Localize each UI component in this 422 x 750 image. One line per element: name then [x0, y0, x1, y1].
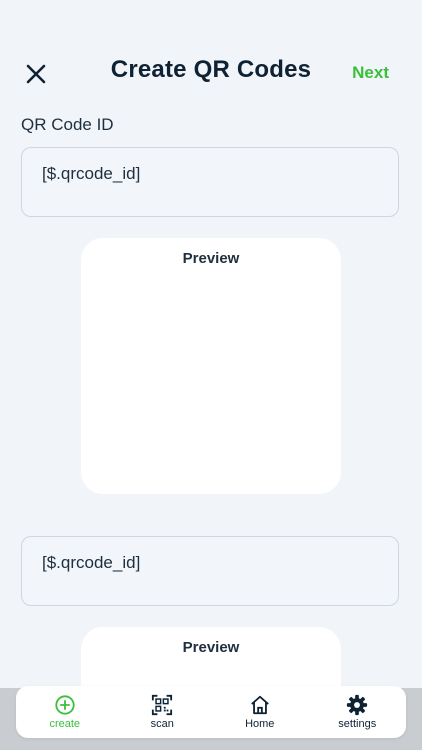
nav-item-scan[interactable]: scan [122, 694, 202, 730]
next-button[interactable]: Next [352, 63, 389, 83]
qr-code-id-field-2[interactable] [21, 536, 399, 606]
nav-label-scan: scan [150, 718, 174, 730]
qr-code-id-input-2[interactable] [42, 553, 372, 573]
nav-label-create: create [49, 718, 81, 730]
qr-scan-icon [152, 694, 173, 716]
preview-label-2: Preview [182, 639, 240, 656]
preview-card-1: Preview [81, 238, 341, 494]
preview-label: Preview [182, 250, 240, 267]
bottom-nav: create scan Home settings [16, 686, 406, 738]
header: Create QR Codes Next [0, 50, 422, 94]
qr-code-id-field[interactable] [21, 147, 399, 217]
nav-label-home: Home [245, 718, 275, 730]
qr-code-id-label: QR Code ID [21, 115, 114, 134]
nav-item-home[interactable]: Home [220, 694, 300, 730]
nav-item-create[interactable]: create [25, 694, 105, 730]
nav-label-settings: settings [338, 718, 377, 730]
plus-circle-icon [55, 695, 75, 715]
home-icon [250, 695, 269, 715]
nav-item-settings[interactable]: settings [317, 694, 397, 730]
gear-icon [347, 694, 368, 716]
qr-code-id-input[interactable] [42, 164, 372, 184]
